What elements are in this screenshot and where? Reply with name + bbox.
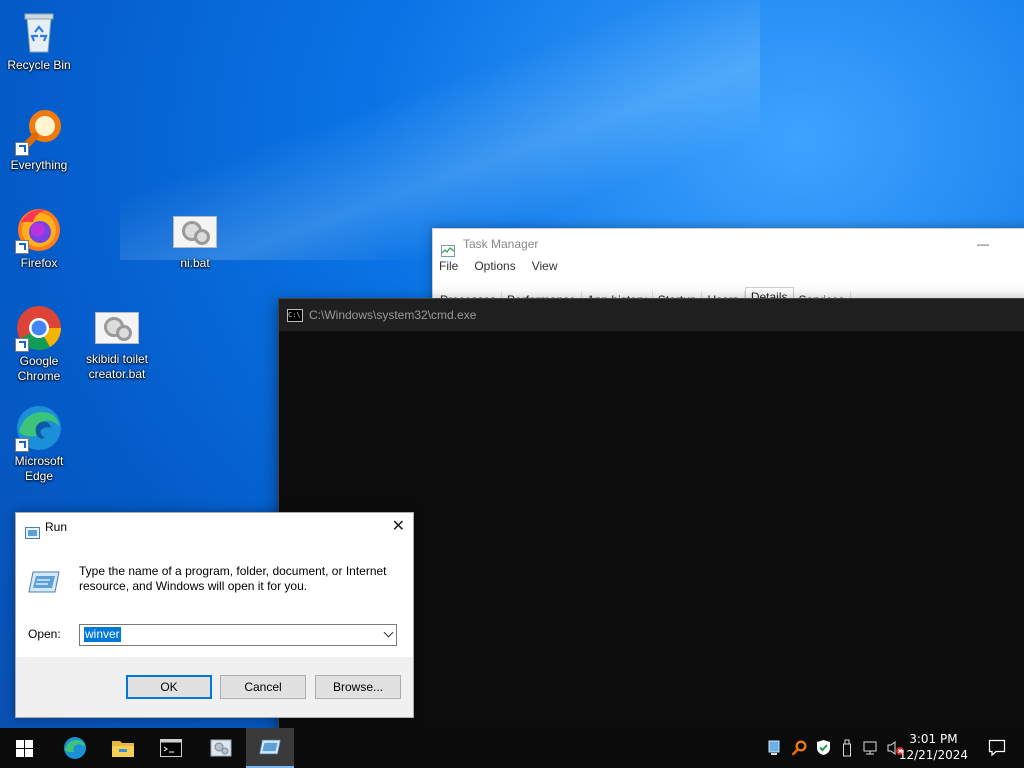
run-icon [259,739,281,755]
task-manager-icon [441,238,455,257]
desktop-icon-everything[interactable]: Everything [0,108,78,173]
taskbar-file-explorer[interactable] [98,728,146,768]
file-explorer-icon [112,741,134,757]
edge-icon [64,737,86,759]
run-program-icon [28,569,60,598]
run-description: Type the name of a program, folder, docu… [79,564,387,593]
desktop-icon-label: Recycle Bin [7,58,71,72]
chrome-icon [15,304,63,352]
firefox-icon [15,206,63,254]
windows-security-icon[interactable] [816,739,831,756]
open-input-value[interactable]: winver [84,627,121,642]
notification-icon [988,739,1006,757]
run-dialog[interactable]: Run ✕ Type the name of a program, folder… [15,512,414,718]
shortcut-arrow-icon [15,338,29,352]
desktop-icon-microsoft-edge[interactable]: Microsoft Edge [0,404,78,484]
window-title: C:\Windows\system32\cmd.exe [309,308,477,322]
taskbar-bat-file[interactable] [196,728,244,768]
start-icon [16,740,33,757]
menu-view[interactable]: View [532,259,558,279]
task-manager-titlebar[interactable]: Task Manager — [433,229,1024,259]
everything-search-icon[interactable] [791,739,807,757]
cmd-icon: C:\ [287,309,303,322]
desktop-icon-google-chrome[interactable]: Google Chrome [0,304,78,384]
desktop-icon-label: Google Chrome [17,354,61,383]
clock-date: 12/21/2024 [898,748,968,762]
open-combobox[interactable]: winver [79,624,397,646]
run-dialog-footer: OK Cancel Browse... [16,657,413,717]
dialog-title: Run [45,520,68,534]
start-button[interactable] [0,728,48,768]
taskbar-cmd[interactable] [146,728,194,768]
taskbar-clock[interactable]: 3:01 PM 12/21/2024 [899,731,968,763]
ok-button[interactable]: OK [126,675,212,699]
desktop-icon-label: skibidi toilet creator.bat [85,352,149,381]
taskbar-edge[interactable] [50,728,98,768]
network-icon[interactable] [863,740,879,756]
window-title: Task Manager [463,237,539,251]
monitor-app-icon[interactable] [768,740,780,756]
bat-file-icon [173,216,217,248]
close-icon[interactable]: ✕ [392,513,405,541]
desktop-icon-ni-bat[interactable]: ni.bat [156,206,234,271]
task-manager-menubar: File Options View [433,259,1024,279]
shortcut-arrow-icon [15,142,29,156]
shortcut-arrow-icon [15,438,29,452]
menu-options[interactable]: Options [474,259,515,279]
menu-file[interactable]: File [439,259,458,279]
taskbar-run[interactable] [246,728,294,768]
everything-search-icon [15,108,63,156]
run-titlebar[interactable]: Run ✕ [16,513,413,541]
notification-center-button[interactable] [988,739,1006,760]
shortcut-arrow-icon [15,240,29,254]
system-tray [766,728,916,768]
desktop-icon-skibidi-bat[interactable]: skibidi toilet creator.bat [78,304,156,382]
desktop-icon-label: Microsoft Edge [14,454,64,483]
cancel-button[interactable]: Cancel [220,675,306,699]
desktop-icon-label: ni.bat [180,256,210,270]
edge-icon [15,404,63,452]
desktop-icon-label: Firefox [20,256,58,270]
recycle-bin-icon [15,8,63,56]
desktop-icon-label: Everything [10,158,68,172]
minimize-icon[interactable]: — [977,229,989,259]
cmd-icon [160,739,182,757]
browse-button[interactable]: Browse... [315,675,401,699]
bat-file-icon [210,739,232,757]
desktop-icon-firefox[interactable]: Firefox [0,206,78,271]
cmd-titlebar[interactable]: C:\ C:\Windows\system32\cmd.exe [279,299,1024,331]
open-label: Open: [28,627,61,641]
usb-device-icon[interactable] [842,739,852,757]
run-dialog-body: Type the name of a program, folder, docu… [16,541,413,684]
chevron-down-icon[interactable] [383,627,394,638]
clock-time: 3:01 PM [909,732,958,746]
bat-file-icon [95,312,139,344]
desktop-icon-recycle-bin[interactable]: Recycle Bin [0,8,78,73]
taskbar: 3:01 PM 12/21/2024 [0,728,1024,768]
